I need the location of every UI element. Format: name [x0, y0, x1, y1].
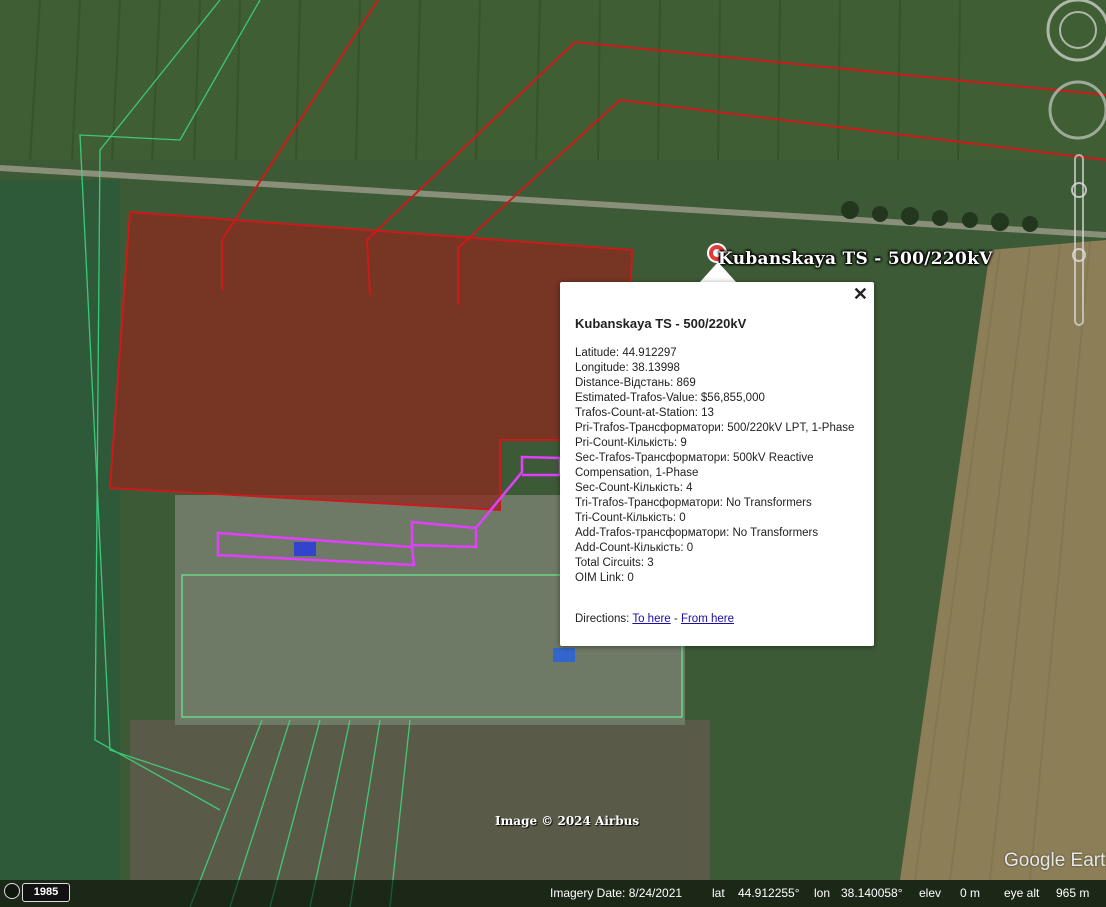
zoom-slider[interactable]	[1074, 154, 1084, 326]
elev-value: 0 m	[960, 886, 981, 900]
info-balloon: ✕ Kubanskaya TS - 500/220kV Latitude: 44…	[560, 282, 874, 646]
historical-imagery-icon[interactable]	[4, 883, 20, 899]
attr-oim-link: OIM Link: 0	[575, 572, 634, 584]
attr-tri-trafos: Tri-Trafos-Трансформатори: No Transforme…	[575, 497, 812, 509]
google-earth-logo: Google Earth	[1004, 850, 1106, 871]
balloon-attributes: Latitude: 44.912297 Longitude: 38.13998 …	[575, 346, 855, 586]
attr-trafos-value: Estimated-Trafos-Value: $56,855,000	[575, 392, 765, 404]
balloon-tail	[700, 262, 736, 282]
attr-pri-trafos: Pri-Trafos-Трансформатори: 500/220kV LPT…	[575, 422, 855, 434]
close-icon[interactable]: ✕	[853, 285, 868, 303]
move-joystick-icon[interactable]	[1048, 80, 1106, 140]
attr-sec-trafos: Sec-Trafos-Трансформатори: 500kV Reactiv…	[575, 452, 814, 479]
farmland-north	[0, 0, 1106, 160]
look-joystick-icon[interactable]	[1059, 11, 1097, 49]
imagery-date: Imagery Date: 8/24/2021	[550, 886, 683, 900]
attr-distance: Distance-Відстань: 869	[575, 377, 696, 389]
directions-label: Directions:	[575, 613, 630, 625]
historical-year-badge[interactable]: 1985	[22, 883, 70, 902]
to-here-link[interactable]: To here	[632, 613, 670, 625]
eye-alt-value: 965 m	[1056, 886, 1090, 900]
imagery-copyright: Image © 2024 Airbus	[495, 814, 640, 828]
compass-ring-icon[interactable]	[1046, 0, 1106, 62]
status-bar: Imagery Date: 8/24/2021 lat 44.912255° l…	[0, 880, 1106, 907]
attr-trafos-count: Trafos-Count-at-Station: 13	[575, 407, 714, 419]
field-west	[0, 180, 120, 880]
building	[294, 542, 316, 556]
attr-sec-count: Sec-Count-Кількість: 4	[575, 482, 693, 494]
elev-label: elev	[919, 886, 942, 900]
satellite-map[interactable]	[0, 0, 1106, 907]
navigation-controls[interactable]	[1044, 0, 1106, 340]
attr-tri-count: Tri-Count-Кількість: 0	[575, 512, 686, 524]
attr-total-circuits: Total Circuits: 3	[575, 557, 654, 569]
attr-latitude: Latitude: 44.912297	[575, 347, 677, 359]
attr-longitude: Longitude: 38.13998	[575, 362, 680, 374]
building	[553, 648, 575, 662]
lat-label: lat	[712, 886, 725, 900]
directions-separator: -	[673, 613, 678, 625]
lon-value: 38.140058°	[841, 886, 903, 900]
balloon-title: Kubanskaya TS - 500/220kV	[575, 316, 747, 331]
from-here-link[interactable]: From here	[681, 613, 734, 625]
placemark-label[interactable]: Kubanskaya TS - 500/220kV	[718, 249, 993, 269]
eye-alt-label: eye alt	[1004, 886, 1040, 900]
attr-add-trafos: Add-Trafos-трансформатори: No Transforme…	[575, 527, 819, 539]
attr-add-count: Add-Count-Кількість: 0	[575, 542, 694, 554]
lat-value: 44.912255°	[738, 886, 800, 900]
attr-pri-count: Pri-Count-Кількість: 9	[575, 437, 687, 449]
directions-row: Directions: To here - From here	[575, 613, 734, 625]
lon-label: lon	[814, 886, 831, 900]
ground-south	[130, 720, 710, 880]
